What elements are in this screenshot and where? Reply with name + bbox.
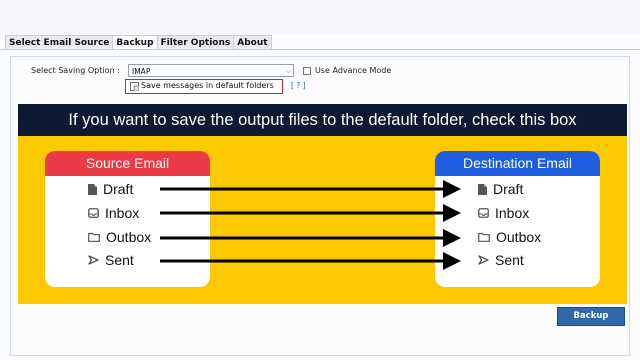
mapping-arrows (160, 180, 461, 270)
backup-button[interactable]: Backup (557, 307, 625, 326)
